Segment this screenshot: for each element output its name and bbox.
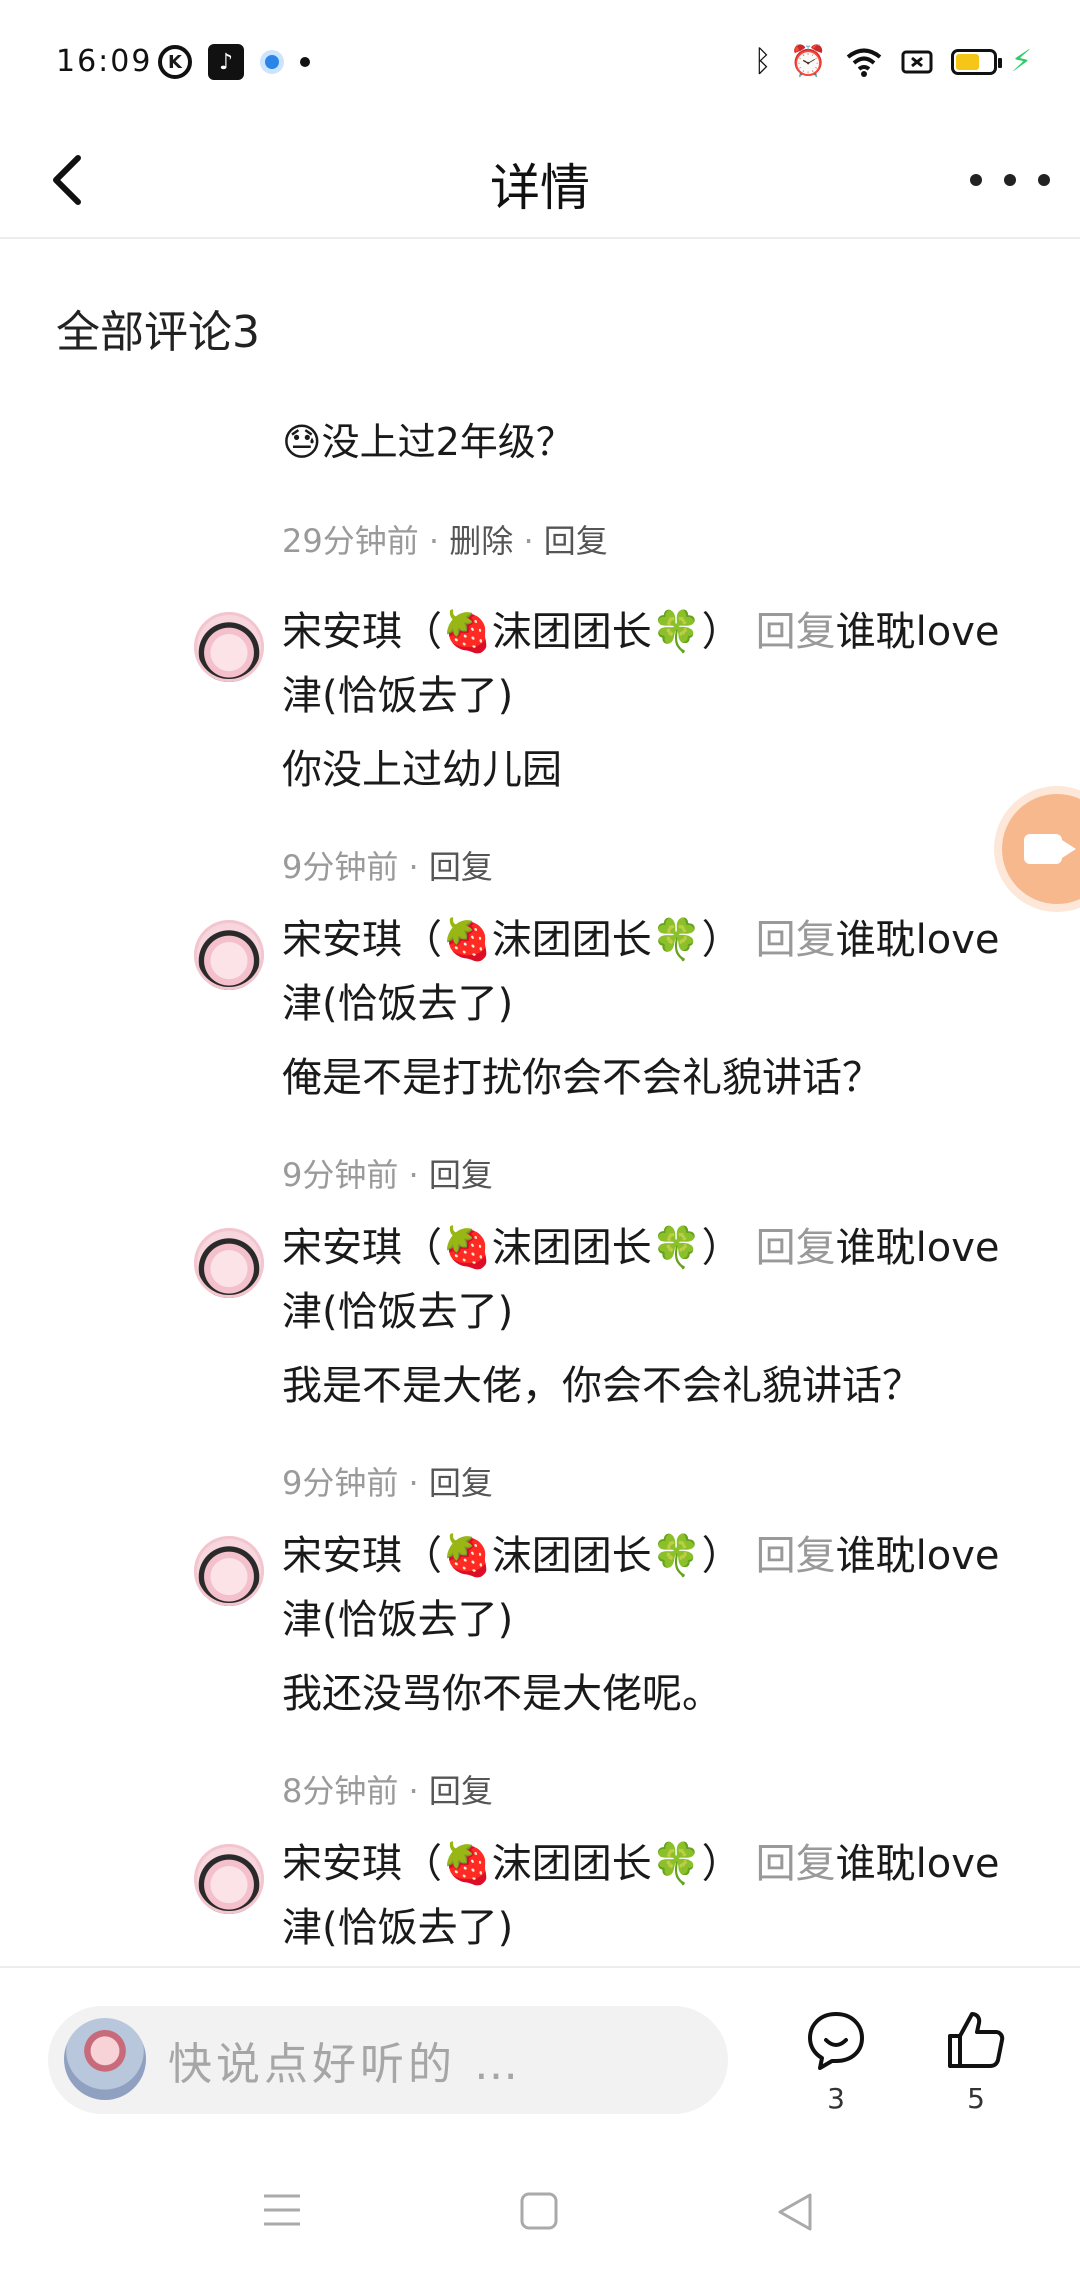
like-count: 5 xyxy=(967,2082,985,2115)
reply-time: 9分钟前 xyxy=(282,1464,399,1502)
header: 详情 xyxy=(0,130,1080,239)
menu-icon[interactable] xyxy=(262,2192,302,2228)
reply-meta: 9分钟前 · 回复 xyxy=(282,1156,493,1194)
reply-text: 俺是不是打扰你会不会礼貌讲话？ xyxy=(282,1055,882,1101)
comment-count-button[interactable]: 3 xyxy=(796,2008,876,2115)
comment-bubble-icon xyxy=(808,2012,864,2070)
top-comment: 😓没上过2年级？ 29分钟前 · 删除 · 回复 xyxy=(282,412,1042,562)
dot-icon xyxy=(1004,174,1016,186)
reply-text: 我还没骂你不是大佬呢。 xyxy=(282,1671,722,1717)
dot-icon xyxy=(970,174,982,186)
battery-icon xyxy=(950,48,1002,75)
comment-input-bar: 快说点好听的 … 3 5 xyxy=(0,1966,1080,2142)
reply-author[interactable]: 宋安琪（🍓沫团团长🍀） xyxy=(282,1533,742,1579)
comment-count: 3 xyxy=(827,2082,845,2115)
k-app-icon: K xyxy=(158,45,192,79)
avatar xyxy=(64,2018,146,2100)
avatar[interactable] xyxy=(194,920,264,990)
status-bar: 16:09 K ♪ ᛒ ⏰ ⚡ xyxy=(0,0,1080,130)
avatar[interactable] xyxy=(194,612,264,682)
charging-icon: ⚡ xyxy=(1010,44,1032,79)
reply-meta: 9分钟前 · 回复 xyxy=(282,1464,493,1502)
reply-meta: 9分钟前 · 回复 xyxy=(282,848,493,886)
comment-time: 29分钟前 xyxy=(282,522,419,560)
reply-text: 你没上过幼儿园 xyxy=(282,747,562,793)
comment-meta: 29分钟前 · 删除 · 回复 xyxy=(282,522,608,560)
reply-author[interactable]: 宋安琪（🍓沫团团长🍀） xyxy=(282,1225,742,1271)
status-time: 16:09 xyxy=(56,44,153,79)
comment-input[interactable]: 快说点好听的 … xyxy=(48,2006,728,2114)
video-camera-icon xyxy=(1024,834,1076,864)
more-options-button[interactable] xyxy=(970,160,1050,200)
avatar[interactable] xyxy=(194,1844,264,1914)
screen-icon xyxy=(901,50,933,73)
wifi-icon xyxy=(846,48,882,77)
reply-button[interactable]: 回复 xyxy=(429,1156,493,1194)
reply-time: 8分钟前 xyxy=(282,1772,399,1810)
thumbs-up-icon xyxy=(948,2012,1005,2068)
reply-author[interactable]: 宋安琪（🍓沫团团长🍀） xyxy=(282,609,742,655)
input-placeholder: 快说点好听的 … xyxy=(168,2039,522,2090)
like-button[interactable]: 5 xyxy=(936,2008,1016,2115)
system-nav-bar xyxy=(0,2140,1080,2280)
avatar[interactable] xyxy=(194,1228,264,1298)
delete-button[interactable]: 删除 xyxy=(449,522,513,560)
avatar[interactable] xyxy=(194,1536,264,1606)
reply-button[interactable]: 回复 xyxy=(429,848,493,886)
dot-icon xyxy=(300,57,310,67)
tiktok-icon: ♪ xyxy=(208,44,244,80)
reply-text: 我是不是大佬，你会不会礼貌讲话？ xyxy=(282,1363,922,1409)
blue-circle-icon xyxy=(260,50,284,74)
reply-author[interactable]: 宋安琪（🍓沫团团长🍀） xyxy=(282,1841,742,1887)
home-icon[interactable] xyxy=(520,2192,558,2230)
reply-button[interactable]: 回复 xyxy=(544,522,608,560)
alarm-icon: ⏰ xyxy=(789,43,827,79)
bluetooth-icon: ᛒ xyxy=(753,43,772,79)
comment-text: 😓没上过2年级？ xyxy=(282,420,574,464)
reply-meta: 8分钟前 · 回复 xyxy=(282,1772,493,1810)
reply-author[interactable]: 宋安琪（🍓沫团团长🍀） xyxy=(282,917,742,963)
back-triangle-icon[interactable] xyxy=(776,2192,814,2232)
comments-section-title: 全部评论3 xyxy=(56,307,260,358)
reply-time: 9分钟前 xyxy=(282,848,399,886)
dot-icon xyxy=(1038,174,1050,186)
reply-button[interactable]: 回复 xyxy=(429,1772,493,1810)
page-title: 详情 xyxy=(490,159,590,217)
reply-time: 9分钟前 xyxy=(282,1156,399,1194)
reply-button[interactable]: 回复 xyxy=(429,1464,493,1502)
